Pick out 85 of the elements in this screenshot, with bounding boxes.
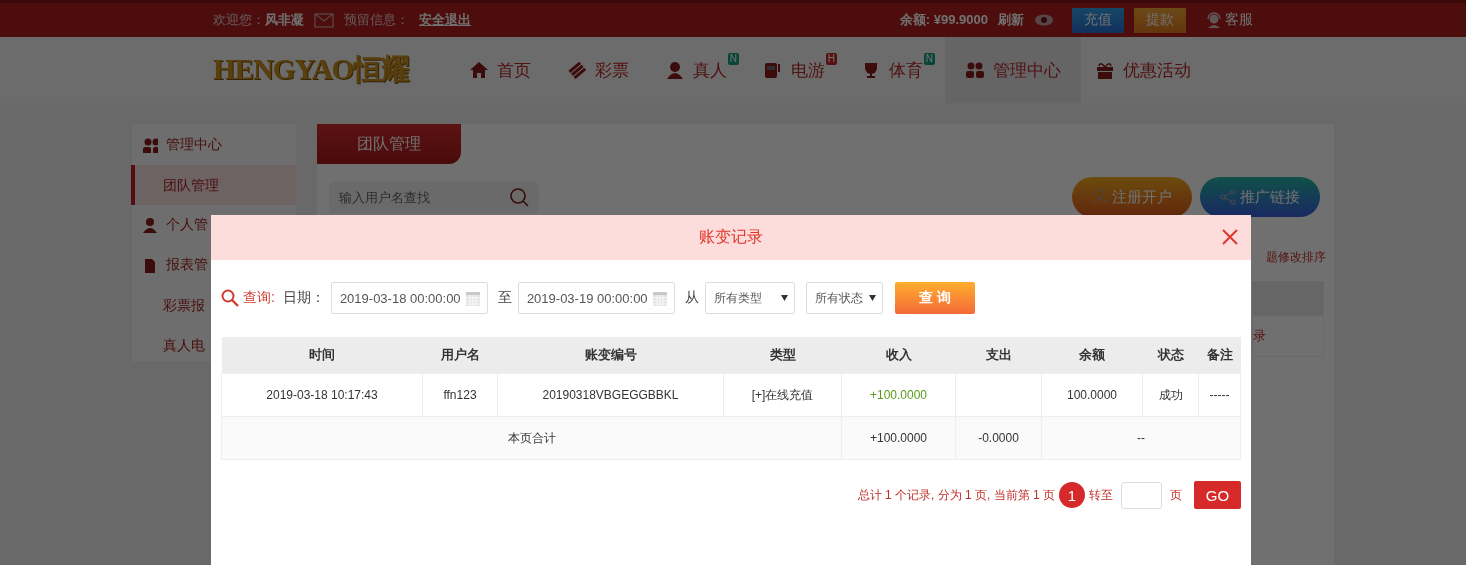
person-icon: [142, 217, 158, 233]
message-label: 预留信息：: [344, 11, 409, 29]
deposit-button[interactable]: 充值: [1072, 7, 1124, 33]
table-cell: ffn123: [422, 373, 498, 417]
table-cell: 100.0000: [1041, 373, 1143, 417]
ticket-icon: [567, 60, 587, 80]
gift-icon: [1095, 60, 1115, 80]
end-date-field[interactable]: 2019-03-19 00:00:00: [517, 282, 675, 314]
table-cell: +100.0000: [841, 416, 956, 460]
column-header: 时间: [221, 337, 423, 374]
column-header: 备注: [1198, 337, 1241, 374]
share-icon: [1220, 189, 1236, 205]
mail-icon: [314, 12, 334, 28]
caret-icon: [868, 295, 876, 301]
sidebar-group[interactable]: 管理中心: [166, 136, 222, 154]
table-cell: -----: [1198, 373, 1241, 417]
logout-link[interactable]: 安全退出: [419, 11, 471, 29]
calendar-icon: [464, 289, 481, 307]
badge: N: [923, 53, 935, 65]
query-label: 查询:: [243, 289, 275, 307]
table-cell: 成功: [1142, 373, 1199, 417]
search-icon: [221, 289, 239, 307]
column-header: 类型: [723, 337, 842, 374]
from-label: 从: [684, 289, 699, 307]
date-label: 日期：: [282, 289, 325, 307]
column-header: 支出: [955, 337, 1042, 374]
dialog-title: 账变记录: [699, 227, 763, 247]
table-cell: -0.0000: [955, 416, 1042, 460]
slot-machine-icon: [763, 60, 783, 80]
service-link[interactable]: 客服: [1206, 11, 1253, 29]
page-unit-label: 页: [1170, 486, 1182, 504]
person-icon: [665, 60, 685, 80]
pagination-summary: 总计 1 个记录, 分为 1 页, 当前第 1 页: [857, 486, 1055, 504]
close-button[interactable]: [1221, 228, 1239, 246]
column-header: 账变编号: [497, 337, 724, 374]
badge: N: [727, 53, 739, 65]
close-icon: [1221, 228, 1239, 246]
table-cell: [+]在线充值: [723, 373, 842, 417]
status-select[interactable]: 所有状态: [805, 282, 883, 314]
table-cell: --: [1041, 416, 1241, 460]
house-icon: [469, 60, 489, 80]
group-icon: [142, 137, 158, 153]
welcome-label: 欢迎您：: [213, 11, 265, 29]
column-header: 余额: [1041, 337, 1143, 374]
calendar-icon: [651, 289, 668, 307]
column-header: 收入: [841, 337, 956, 374]
share-link-button[interactable]: 推广链接: [1200, 177, 1320, 217]
nav-item[interactable]: 管理中心: [945, 37, 1081, 103]
tab[interactable]: 团队管理: [317, 124, 461, 164]
go-button[interactable]: GO: [1194, 481, 1241, 509]
logo[interactable]: HENGYAO恒耀: [213, 37, 419, 103]
balance-text: 余额: ¥99.9000: [899, 11, 988, 29]
group-icon: [965, 60, 985, 80]
username: 风非凝: [265, 11, 304, 29]
current-page[interactable]: 1: [1059, 482, 1085, 508]
withdraw-button[interactable]: 提款: [1134, 7, 1186, 33]
page-input[interactable]: [1121, 481, 1162, 509]
refresh-link[interactable]: 刷新: [998, 11, 1024, 29]
start-date-field[interactable]: 2019-03-18 00:00:00: [330, 282, 488, 314]
user-add-icon: [1092, 189, 1108, 205]
nav-item[interactable]: 首页: [455, 37, 553, 103]
range-separator: 至: [497, 289, 512, 307]
register-button[interactable]: 注册开户: [1072, 177, 1192, 217]
goto-label: 转至: [1089, 486, 1113, 504]
sidebar-group[interactable]: 报表管: [166, 256, 208, 274]
sidebar-group[interactable]: 个人管: [166, 216, 208, 234]
search-icon: [509, 187, 529, 207]
type-select[interactable]: 所有类型: [704, 282, 795, 314]
column-header: 用户名: [422, 337, 498, 374]
document-icon: [142, 257, 158, 273]
nav-item[interactable]: 彩票: [553, 37, 651, 103]
hint-text: 题修改排序: [1266, 249, 1326, 266]
table-cell: 2019-03-18 10:17:43: [221, 373, 423, 417]
headset-icon: [1206, 12, 1222, 28]
sidebar-item[interactable]: 团队管理: [131, 165, 296, 205]
caret-icon: [780, 295, 788, 301]
eye-icon: [1034, 14, 1054, 26]
column-header: 状态: [1142, 337, 1199, 374]
table-cell: 20190318VBGEGGBBKL: [497, 373, 724, 417]
badge: H: [825, 53, 837, 65]
table-link[interactable]: 录: [1253, 327, 1266, 345]
table-cell: +100.0000: [841, 373, 956, 417]
query-button[interactable]: 查 询: [894, 282, 975, 314]
total-label: 本页合计: [221, 416, 842, 460]
nav-item[interactable]: 优惠活动: [1081, 37, 1213, 103]
